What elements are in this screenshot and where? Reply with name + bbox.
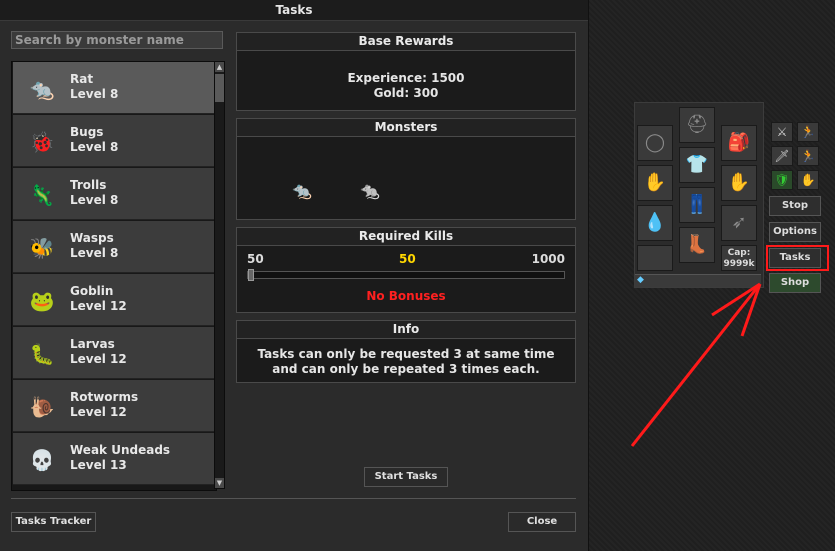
helmet-slot-icon[interactable]: ⛑ <box>679 107 715 143</box>
monster-level: Level 12 <box>70 299 127 313</box>
bug-icon: 🐞 <box>29 130 55 154</box>
armor-slot-icon[interactable]: 👕 <box>679 147 715 183</box>
monsters-panel-title: Monsters <box>237 119 575 137</box>
ammo-slot-icon[interactable]: ➶ <box>721 205 757 241</box>
monster-level: Level 12 <box>70 405 127 419</box>
list-item-wasps[interactable]: 🐝 Wasps Level 8 <box>13 221 215 273</box>
scroll-down-icon[interactable]: ▼ <box>215 478 224 488</box>
info-panel: Info Tasks can only be requested 3 at sa… <box>236 320 576 383</box>
ring-slot-icon[interactable]: 💧 <box>637 205 673 241</box>
monster-name: Rat <box>70 72 94 86</box>
monsters-panel: Monsters 🐀 🐀 <box>236 118 576 220</box>
gold-reward: Gold: 300 <box>373 86 439 100</box>
soul-bar: ◆ <box>635 274 761 287</box>
base-rewards-panel: Base Rewards Experience: 1500 Gold: 300 <box>236 32 576 111</box>
start-tasks-button[interactable]: Start Tasks <box>364 467 448 487</box>
bonus-status: No Bonuses <box>366 289 446 303</box>
left-hand-slot-icon[interactable]: ✋ <box>637 165 673 201</box>
monster-name: Larvas <box>70 337 115 351</box>
info-text: Tasks can only be requested 3 at same ti… <box>257 347 555 376</box>
inventory-panel: ◯ ⛑ 🎒 ✋ 👕 ✋ 💧 👖 ➶ 👢 Cap: 9999k ◆ <box>634 102 764 288</box>
kills-slider[interactable] <box>247 269 565 281</box>
monster-name: Trolls <box>70 178 107 192</box>
list-item-rotworms[interactable]: 🐌 Rotworms Level 12 <box>13 380 215 432</box>
close-button[interactable]: Close <box>508 512 576 532</box>
highlight-box <box>766 245 829 271</box>
scroll-up-icon[interactable]: ▲ <box>215 62 224 72</box>
stop-button[interactable]: Stop <box>769 196 821 216</box>
scroll-thumb[interactable] <box>215 74 224 102</box>
backpack-slot-icon[interactable]: 🎒 <box>721 125 757 161</box>
tasks-window: Tasks Search by monster name 🐀 Rat Level… <box>0 0 589 551</box>
monster-level: Level 8 <box>70 140 119 154</box>
right-hand-slot-icon[interactable]: ✋ <box>721 165 757 201</box>
info-title: Info <box>237 321 575 339</box>
necklace-slot-icon[interactable]: ◯ <box>637 125 673 161</box>
monster-level: Level 13 <box>70 458 127 472</box>
monster-level: Level 8 <box>70 246 119 260</box>
experience-reward: Experience: 1500 <box>347 71 465 85</box>
attack-mode-icon[interactable]: ⚔ <box>771 122 793 142</box>
list-item-larvas[interactable]: 🐛 Larvas Level 12 <box>13 327 215 379</box>
monster-name: Weak Undeads <box>70 443 171 457</box>
capacity-display: Cap: 9999k <box>721 245 757 271</box>
options-button[interactable]: Options <box>769 222 821 242</box>
rotworm-icon: 🐌 <box>29 395 55 419</box>
required-kills-title: Required Kills <box>237 228 575 246</box>
list-item-goblin[interactable]: 🐸 Goblin Level 12 <box>13 274 215 326</box>
rat-icon: 🐀 <box>292 181 312 200</box>
rat-icon: 🐀 <box>360 181 380 200</box>
troll-icon: 🦎 <box>29 183 55 207</box>
skeleton-icon: 💀 <box>29 448 55 472</box>
monster-name: Goblin <box>70 284 114 298</box>
chase-mode-icon[interactable]: 🏃 <box>797 122 819 142</box>
list-item-trolls[interactable]: 🦎 Trolls Level 8 <box>13 168 215 220</box>
cap-label: Cap: <box>727 248 751 258</box>
monster-level: Level 8 <box>70 87 119 101</box>
monster-name: Wasps <box>70 231 114 245</box>
list-scrollbar[interactable]: ▲ ▼ <box>214 61 225 489</box>
larva-icon: 🐛 <box>29 342 55 366</box>
stand-mode-icon[interactable]: ✋ <box>797 170 819 190</box>
kills-current: 50 <box>399 252 416 266</box>
divider <box>11 498 576 499</box>
empty-slot[interactable] <box>637 245 673 271</box>
kills-min: 50 <box>247 252 264 266</box>
follow-mode-icon[interactable]: 🏃 <box>797 146 819 166</box>
monster-name: Bugs <box>70 125 104 139</box>
monster-name: Rotworms <box>70 390 139 404</box>
search-input[interactable]: Search by monster name <box>11 31 223 49</box>
base-rewards-title: Base Rewards <box>237 33 575 51</box>
list-item-rat[interactable]: 🐀 Rat Level 8 <box>13 62 215 114</box>
monster-level: Level 8 <box>70 193 119 207</box>
shop-button[interactable]: Shop <box>769 273 821 293</box>
window-title: Tasks <box>0 0 588 21</box>
kills-max: 1000 <box>531 252 565 266</box>
kills-slider-handle[interactable] <box>248 269 254 281</box>
defense-mode-icon[interactable]: 🛡 <box>771 170 793 190</box>
wasp-icon: 🐝 <box>29 236 55 260</box>
cap-value: 9999k <box>723 259 755 269</box>
tasks-tracker-button[interactable]: Tasks Tracker <box>11 512 96 532</box>
monster-list: 🐀 Rat Level 8 🐞 Bugs Level 8 🦎 Trolls Le… <box>11 61 217 491</box>
list-item-bugs[interactable]: 🐞 Bugs Level 8 <box>13 115 215 167</box>
list-item-weak-undeads[interactable]: 💀 Weak Undeads Level 13 <box>13 433 215 485</box>
rat-icon: 🐀 <box>29 77 55 101</box>
balanced-mode-icon[interactable]: 🗡 <box>771 146 793 166</box>
goblin-icon: 🐸 <box>29 289 55 313</box>
boots-slot-icon[interactable]: 👢 <box>679 227 715 263</box>
legs-slot-icon[interactable]: 👖 <box>679 187 715 223</box>
required-kills-panel: Required Kills 50 50 1000 No Bonuses <box>236 227 576 313</box>
monster-level: Level 12 <box>70 352 127 366</box>
soul-icon: ◆ <box>637 275 644 285</box>
